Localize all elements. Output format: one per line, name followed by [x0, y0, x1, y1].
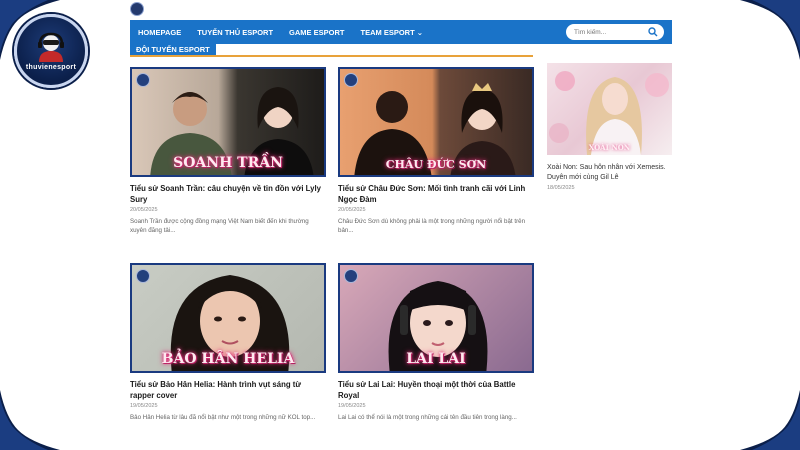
search-box: [566, 24, 664, 40]
search-icon[interactable]: [648, 27, 658, 37]
thumbnail-emblem-icon: [136, 269, 150, 283]
main-navbar: HOMEPAGE TUYỂN THỦ ESPORT GAME ESPORT TE…: [130, 20, 672, 44]
header-emblem-icon[interactable]: [130, 2, 144, 16]
sidebar-post-card[interactable]: XOÀI NON Xoài Non: Sau hôn nhân với Xeme…: [547, 63, 672, 191]
nav-item-homepage[interactable]: HOMEPAGE: [138, 28, 181, 37]
nav-item-game-esport[interactable]: GAME ESPORT: [289, 28, 344, 37]
thumbnail-name-label: BẢO HÂN HELIA: [161, 351, 295, 367]
post-card-lai-lai[interactable]: LAI LAI Tiểu sử Lai Lai: Huyền thoại một…: [338, 263, 534, 422]
sidebar-post-thumbnail[interactable]: XOÀI NON: [547, 63, 672, 155]
thumbnail-emblem-icon: [136, 73, 150, 87]
post-excerpt: Soanh Trần được cộng đồng mạng Việt Nam …: [130, 218, 309, 234]
search-input[interactable]: [574, 28, 644, 36]
thumbnail-name-label: SOANH TRẦN: [173, 155, 283, 171]
site-logo[interactable]: thuvienesport: [14, 14, 88, 88]
frame-corner-top-right: [740, 0, 800, 60]
post-excerpt: Châu Đức Sơn dù không phải là một trong …: [338, 218, 526, 234]
nav-item-team-esport[interactable]: TEAM ESPORT ⌄: [360, 28, 423, 37]
post-title[interactable]: Tiểu sử Soanh Trần: câu chuyện về tin đồ…: [130, 183, 326, 205]
logo-text: thuvienesport: [25, 63, 77, 71]
sidebar-thumbnail-name-label: XOÀI NON: [588, 143, 631, 152]
thumbnail-emblem-icon: [344, 269, 358, 283]
post-date: 19/05/2025: [130, 403, 158, 409]
thumbnail-name-label: LAI LAI: [406, 351, 466, 367]
post-thumbnail[interactable]: SOANH TRẦN: [130, 67, 326, 177]
post-title[interactable]: Tiểu sử Bảo Hân Helia: Hành trình vụt sá…: [130, 379, 326, 401]
post-excerpt: Bảo Hân Helia từ lâu đã nổi bật như một …: [130, 414, 316, 421]
thumbnail-illustration: [549, 71, 669, 155]
sidebar-post-date: 18/05/2025: [547, 185, 575, 191]
post-card-bao-han-helia[interactable]: BẢO HÂN HELIA Tiểu sử Bảo Hân Helia: Hàn…: [130, 263, 326, 422]
frame-corner-bottom-right: [740, 390, 800, 450]
post-card-soanh-tran[interactable]: SOANH TRẦN Tiểu sử Soanh Trần: câu chuyệ…: [130, 67, 326, 235]
nav-item-tuyen-thu-esport[interactable]: TUYỂN THỦ ESPORT: [197, 28, 273, 37]
post-date: 19/05/2025: [338, 403, 366, 409]
post-title[interactable]: Tiểu sử Châu Đức Sơn: Mối tình tranh cãi…: [338, 183, 534, 205]
post-date: 20/05/2025: [130, 207, 158, 213]
post-title[interactable]: Tiểu sử Lai Lai: Huyền thoại một thời củ…: [338, 379, 534, 401]
thumbnail-emblem-icon: [344, 73, 358, 87]
frame-corner-bottom-left: [0, 390, 60, 450]
post-thumbnail[interactable]: CHÂU ĐỨC SƠN: [338, 67, 534, 177]
section-divider: [130, 55, 533, 57]
post-date: 20/05/2025: [338, 207, 366, 213]
post-thumbnail[interactable]: LAI LAI: [338, 263, 534, 373]
post-excerpt: Lai Lai có thể nói là một trong những cá…: [338, 414, 517, 421]
gamer-mascot-icon: [38, 32, 64, 62]
post-card-chau-duc-son[interactable]: CHÂU ĐỨC SƠN Tiểu sử Châu Đức Sơn: Mối t…: [338, 67, 534, 235]
thumbnail-name-label: CHÂU ĐỨC SƠN: [385, 158, 487, 171]
post-thumbnail[interactable]: BẢO HÂN HELIA: [130, 263, 326, 373]
sidebar-post-title[interactable]: Xoài Non: Sau hôn nhân với Xemesis. Duyê…: [547, 163, 672, 183]
